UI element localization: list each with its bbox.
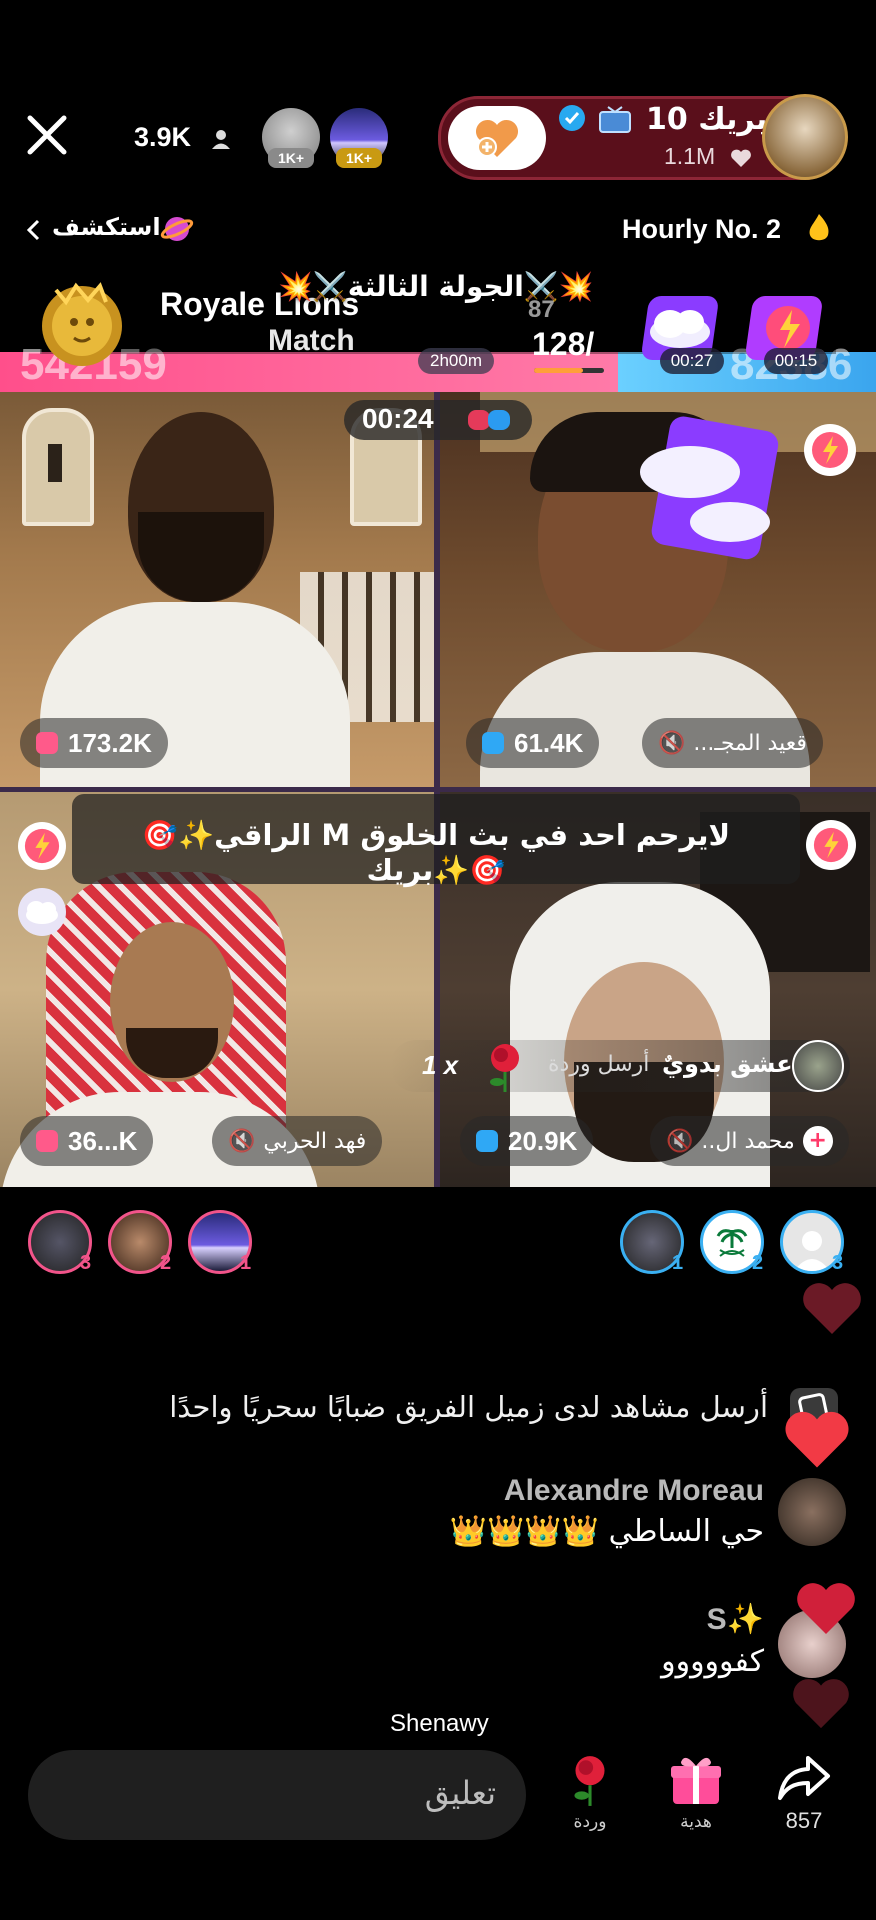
gift-sender-avatar[interactable] [792,1040,844,1092]
floating-heart-icon [790,1676,852,1730]
tile-name-tr[interactable]: 🔇 قعيد المجـ... [642,718,823,768]
share-count: 857 [785,1808,823,1833]
tile-effect-icon-bl[interactable] [18,822,66,870]
gift-label: هدية [680,1812,712,1832]
palm-swords-icon [716,1229,748,1257]
floating-heart-icon [794,1580,858,1636]
floating-heart-icon [782,1408,852,1470]
comment-input[interactable]: تعليق [28,1750,526,1840]
tile-name-bl[interactable]: 🔇 فهد الحربي [212,1116,383,1166]
top-gifter-badge-2: 1K+ [336,148,382,168]
right-rank-number-3: 3 [832,1252,844,1274]
hourly-rank[interactable]: Hourly No. 2 [622,214,781,245]
tile-cloud-icon-bl[interactable] [18,888,66,936]
tile-score-tl[interactable]: 173.2K [20,718,168,768]
small-heart-icon [730,148,752,168]
cloud-card-effect-icon [640,416,779,560]
viewer-count[interactable]: 3.9K [134,122,191,153]
right-rank-number-2: 2 [752,1252,764,1274]
match-timer-pill: 2h00m [418,348,494,374]
verified-icon [558,104,586,132]
share-icon [778,1756,830,1800]
chat-username-1[interactable]: Alexandre Moreau [400,1474,764,1508]
score-icon [482,732,504,754]
tv-icon [598,106,632,134]
lightning-timer: 00:15 [764,348,828,374]
pinned-banner-text: 🎯✨الراقي M لايرحم احد في بث الخلوق بريك✨… [141,818,731,887]
gift-box-icon [671,1757,721,1804]
cloud-timer: 00:27 [660,348,724,374]
comment-placeholder: تعليق [424,1774,496,1812]
flame-icon [806,212,832,244]
share-button[interactable]: 857 [772,1752,836,1834]
left-rank-number-2: 2 [160,1252,172,1274]
gift-count: 1 x [422,1050,459,1080]
rose-icon [574,1756,605,1806]
tile-score-br[interactable]: 20.9K [460,1116,594,1166]
close-icon[interactable] [24,112,70,158]
match-title-line2: Match [268,324,355,357]
host-avatar[interactable] [762,94,848,180]
score-icon [36,732,58,754]
chat-text-2: كفووووو [661,1644,764,1679]
rose-label: وردة [573,1812,607,1832]
rose-button[interactable]: وردة [560,1752,620,1832]
tile-score-tr[interactable]: 61.4K [466,718,600,768]
system-message: أرسل مشاهد لدى زميل الفريق ضبابًا سحريًا… [169,1390,768,1424]
left-rank-number-1: 1 [240,1252,252,1274]
left-rank-number-3: 3 [80,1252,92,1274]
right-rank-number-1: 1 [672,1252,684,1274]
planet-icon [160,212,194,246]
chevron-left-icon[interactable] [24,218,42,242]
boxing-gloves-icon [466,404,512,436]
explore-label[interactable]: استكشف [52,213,161,241]
host-likes: 1.1M [664,143,716,169]
score-icon [476,1130,498,1152]
progress-top: 87 [528,296,555,323]
mute-icon: 🔇 [666,1128,694,1154]
tile-effect-icon-br[interactable] [806,820,856,870]
host-name: بريك 10 [646,102,768,137]
lion-trophy-icon [36,278,128,370]
mute-icon: 🔇 [228,1128,256,1154]
heart-plus-icon [475,119,519,157]
tile-effect-icon-tr[interactable] [804,424,856,476]
person-icon [210,128,232,150]
tile-name-br[interactable]: 🔇 محمد ال.. + [650,1116,849,1166]
round-countdown: 00:24 [362,403,434,434]
progress-bar [534,368,604,373]
chat-avatar-1[interactable] [778,1478,846,1546]
watermark: Shenawy [390,1710,489,1737]
chat-username-2[interactable]: S✨ [600,1602,764,1637]
chat-text-1: حي الساطي 👑👑👑👑 [449,1514,764,1549]
rose-icon [480,1040,530,1094]
follow-button[interactable] [448,106,546,170]
tile-score-bl[interactable]: 36...K [20,1116,154,1166]
default-avatar-icon [794,1231,830,1271]
gift-sender: عشق بدويٌ [662,1050,793,1078]
mute-icon: 🔇 [658,730,686,756]
floating-heart-icon [800,1280,864,1336]
gift-button[interactable]: هدية [664,1750,728,1832]
add-icon[interactable]: + [802,1126,833,1156]
score-icon [36,1130,58,1152]
gift-action: أرسل وردة [548,1052,650,1077]
top-gifter-badge-1: 1K+ [268,148,314,168]
progress-value: 128/ [532,326,595,362]
